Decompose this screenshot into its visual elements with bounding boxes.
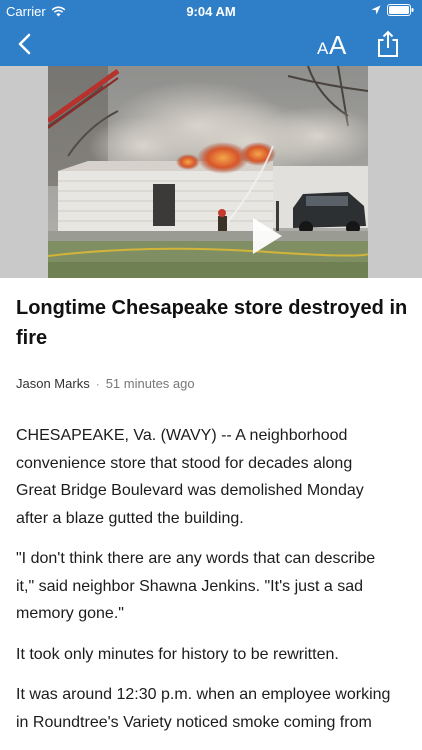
article-paragraph: "I don't think there are any words that … (16, 550, 376, 622)
status-right-group (371, 4, 414, 16)
article-headline: Longtime Chesapeake store destroyed in f… (16, 297, 408, 349)
battery-icon (387, 4, 414, 16)
share-icon[interactable] (375, 29, 401, 59)
hero-media (0, 66, 422, 278)
text-size-icon[interactable]: A A (316, 29, 352, 59)
video-thumbnail[interactable] (48, 66, 368, 278)
text-size-large-a: A (329, 30, 347, 59)
article-paragraph: It took only minutes for history to be r… (16, 645, 339, 663)
status-time: 9:04 AM (186, 4, 236, 19)
author-name[interactable]: Jason Marks (16, 376, 90, 391)
article-paragraph: It was around 12:30 p.m. when an employe… (16, 686, 391, 731)
nav-bar: A A (0, 22, 422, 66)
byline: Jason Marks · 51 minutes ago (16, 376, 195, 391)
fire-scene-image (48, 66, 368, 278)
byline-separator: · (95, 376, 100, 391)
location-arrow-icon (371, 5, 381, 15)
article-body: CHESAPEAKE, Va. (WAVY) -- A neighborhood… (16, 422, 396, 749)
text-size-small-a: A (317, 39, 329, 58)
status-bar: Carrier 9:04 AM (0, 0, 422, 22)
play-icon[interactable] (250, 216, 284, 256)
published-time: 51 minutes ago (105, 376, 195, 391)
article-paragraph: CHESAPEAKE, Va. (WAVY) -- A neighborhood… (16, 427, 364, 527)
back-chevron-icon[interactable] (12, 31, 38, 57)
